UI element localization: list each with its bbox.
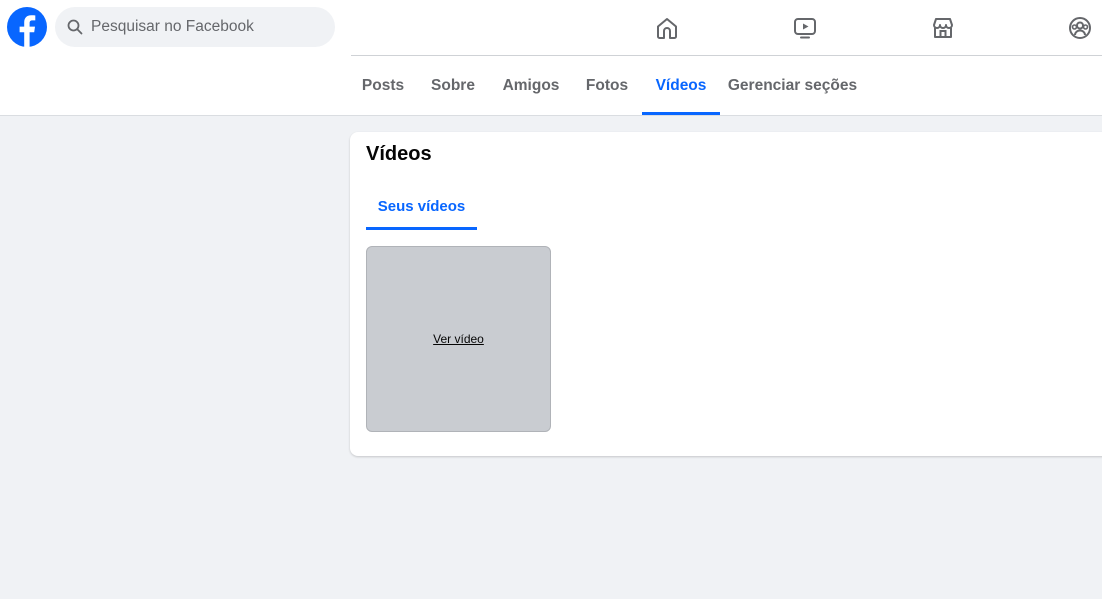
tab-posts[interactable]: Posts bbox=[350, 56, 416, 116]
active-subtab-indicator bbox=[366, 227, 477, 230]
ver-video-link[interactable]: Ver vídeo bbox=[433, 332, 484, 346]
top-navigation-bar bbox=[0, 0, 1102, 56]
tab-amigos[interactable]: Amigos bbox=[489, 56, 573, 116]
video-icon bbox=[794, 17, 816, 38]
search-box[interactable] bbox=[55, 7, 335, 47]
groups-icon bbox=[1069, 16, 1091, 39]
search-input[interactable] bbox=[91, 7, 327, 47]
nav-groups-button[interactable] bbox=[1025, 0, 1102, 55]
home-icon bbox=[657, 17, 677, 39]
tab-gerenciar-secoes[interactable]: Gerenciar seções bbox=[720, 56, 865, 116]
nav-video-button[interactable] bbox=[750, 0, 860, 55]
nav-home-button[interactable] bbox=[612, 0, 722, 55]
marketplace-icon bbox=[933, 17, 953, 38]
nav-marketplace-button[interactable] bbox=[888, 0, 998, 55]
tab-seus-videos[interactable]: Seus vídeos bbox=[366, 182, 477, 230]
profile-tab-bar: Posts Sobre Amigos Fotos Vídeos Gerencia… bbox=[0, 56, 1102, 116]
active-tab-indicator bbox=[642, 112, 720, 115]
videos-card-title: Vídeos bbox=[366, 143, 432, 165]
facebook-logo-icon[interactable] bbox=[7, 7, 47, 47]
tab-sobre[interactable]: Sobre bbox=[417, 56, 489, 116]
tab-fotos[interactable]: Fotos bbox=[573, 56, 641, 116]
search-icon bbox=[67, 19, 83, 35]
video-thumbnail[interactable]: Ver vídeo bbox=[366, 246, 551, 432]
videos-card: Vídeos Seus vídeos Ver vídeo bbox=[350, 132, 1102, 456]
tab-videos[interactable]: Vídeos bbox=[642, 56, 720, 116]
